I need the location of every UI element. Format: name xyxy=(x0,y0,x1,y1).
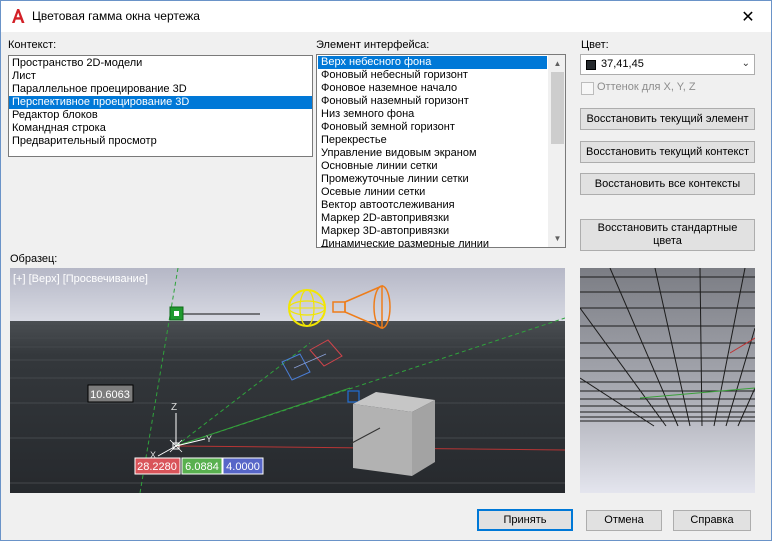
tint-checkbox-label: Оттенок для X, Y, Z xyxy=(597,81,696,93)
perspective-grid xyxy=(580,268,755,493)
context-list-item[interactable]: Предварительный просмотр xyxy=(9,135,312,148)
coord-y-value: 6.0884 xyxy=(185,461,219,473)
close-icon: ✕ xyxy=(741,8,755,26)
color-swatch xyxy=(586,60,596,70)
element-list-item[interactable]: Маркер 3D-автопривязки xyxy=(318,225,547,238)
help-button[interactable]: Справка xyxy=(673,510,751,531)
scroll-thumb[interactable] xyxy=(551,72,564,144)
close-button[interactable]: ✕ xyxy=(725,1,771,32)
context-list-item[interactable]: Параллельное проецирование 3D xyxy=(9,83,312,96)
sample-preview: Z Y X [+] [Верх] [Просвечивание] 10.6063… xyxy=(10,268,565,493)
scroll-down-icon[interactable]: ▼ xyxy=(549,230,565,247)
tint-checkbox[interactable] xyxy=(581,82,594,95)
dim-value: 10.6063 xyxy=(90,389,130,401)
cube-solid xyxy=(353,392,435,476)
coord-z-value: 4.0000 xyxy=(226,461,260,473)
element-list-item[interactable]: Верх небесного фона xyxy=(318,56,547,69)
ok-button[interactable]: Принять xyxy=(477,509,573,531)
context-list-item[interactable]: Пространство 2D-модели xyxy=(9,57,312,70)
restore-element-button[interactable]: Восстановить текущий элемент xyxy=(580,108,755,130)
element-list-item[interactable]: Перекрестье xyxy=(318,134,547,147)
context-list-item[interactable]: Лист xyxy=(9,70,312,83)
element-list-item[interactable]: Управление видовым экраном xyxy=(318,147,547,160)
element-label: Элемент интерфейса: xyxy=(316,39,430,51)
element-list-item[interactable]: Динамические размерные линии xyxy=(318,238,547,247)
element-list-item[interactable]: Основные линии сетки xyxy=(318,160,547,173)
context-list-item[interactable]: Перспективное проецирование 3D xyxy=(9,96,312,109)
cancel-button[interactable]: Отмена xyxy=(586,510,662,531)
color-dropdown[interactable]: 37,41,45 ⌄ xyxy=(580,54,755,75)
context-list-item[interactable]: Командная строка xyxy=(9,122,312,135)
context-list-item[interactable]: Редактор блоков xyxy=(9,109,312,122)
restore-default-button[interactable]: Восстановить стандартные цвета xyxy=(580,219,755,251)
chevron-down-icon: ⌄ xyxy=(741,58,750,69)
element-list-item[interactable]: Промежуточные линии сетки xyxy=(318,173,547,186)
dialog-window: Цветовая гамма окна чертежа ✕ Контекст: … xyxy=(0,0,772,541)
color-label: Цвет: xyxy=(581,39,609,51)
title-bar: Цветовая гамма окна чертежа ✕ xyxy=(1,1,771,32)
axis-z-label: Z xyxy=(171,402,177,413)
element-list-item[interactable]: Фоновое наземное начало xyxy=(318,82,547,95)
sample-label: Образец: xyxy=(10,253,58,265)
element-listbox[interactable]: Верх небесного фона Фоновый небесный гори… xyxy=(316,54,566,248)
color-value: 37,41,45 xyxy=(601,58,644,70)
element-list-item[interactable]: Низ земного фона xyxy=(318,108,547,121)
perspective-preview xyxy=(580,268,755,493)
element-list-item[interactable]: Фоновый наземный горизонт xyxy=(318,95,547,108)
context-label: Контекст: xyxy=(8,39,57,51)
scroll-up-icon[interactable]: ▲ xyxy=(549,55,565,72)
viewport-label: [+] [Верх] [Просвечивание] xyxy=(13,273,148,285)
restore-context-button[interactable]: Восстановить текущий контекст xyxy=(580,141,755,163)
element-list-item[interactable]: Фоновый земной горизонт xyxy=(318,121,547,134)
element-list-item[interactable]: Вектор автоотслеживания xyxy=(318,199,547,212)
element-list-item[interactable]: Маркер 2D-автопривязки xyxy=(318,212,547,225)
element-list-item[interactable]: Осевые линии сетки xyxy=(318,186,547,199)
coord-x-value: 28.2280 xyxy=(137,461,177,473)
sample-scene: Z Y X [+] [Верх] [Просвечивание] 10.6063… xyxy=(10,268,565,493)
element-list-item[interactable]: Фоновый небесный горизонт xyxy=(318,69,547,82)
window-title: Цветовая гамма окна чертежа xyxy=(32,9,200,23)
restore-all-button[interactable]: Восстановить все контексты xyxy=(580,173,755,195)
autocad-logo-icon xyxy=(12,9,25,23)
context-listbox[interactable]: Пространство 2D-модели Лист Параллельное п… xyxy=(8,55,313,157)
axis-y-label: Y xyxy=(206,434,212,444)
element-scrollbar[interactable]: ▲ ▼ xyxy=(548,55,565,247)
